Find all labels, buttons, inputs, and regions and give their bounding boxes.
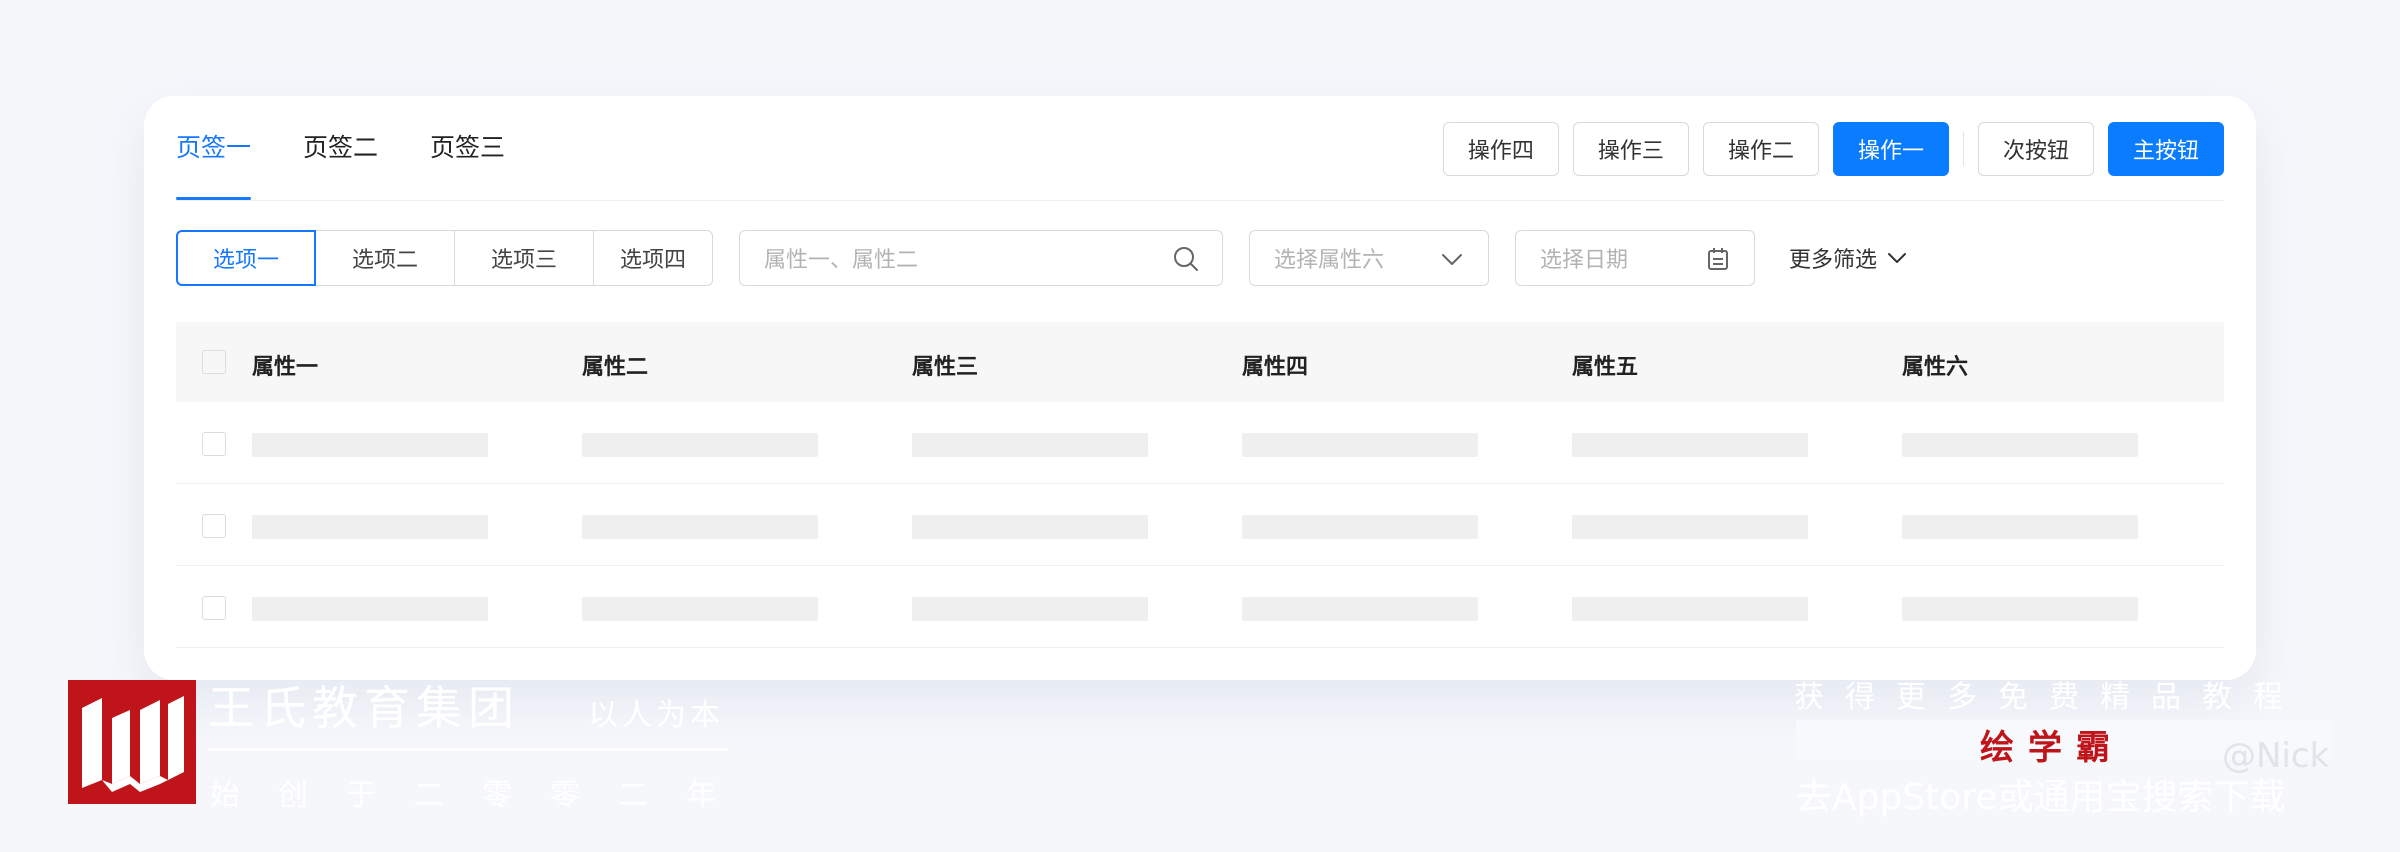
table-row[interactable] <box>176 402 2224 484</box>
cell-placeholder <box>912 597 1148 621</box>
column-header[interactable]: 属性四 <box>1242 349 1308 381</box>
cell-placeholder <box>252 597 488 621</box>
primary-button[interactable]: 主按钮 <box>2107 122 2224 176</box>
search-icon[interactable] <box>1172 245 1200 273</box>
row-checkbox[interactable] <box>202 514 226 538</box>
filter-bar: 选项一 选项二 选项三 选项四 属性一、属性二 选择属性六 选择日期 更多筛选 <box>176 230 1909 286</box>
column-header[interactable]: 属性二 <box>582 349 648 381</box>
calendar-icon <box>1708 248 1728 270</box>
column-header[interactable]: 属性三 <box>912 349 978 381</box>
row-checkbox[interactable] <box>202 596 226 620</box>
segmented-control: 选项一 选项二 选项三 选项四 <box>176 230 713 286</box>
tab-bar: 页签一 页签二 页签三 <box>176 96 557 200</box>
date-placeholder: 选择日期 <box>1540 248 1629 273</box>
more-filters-label: 更多筛选 <box>1789 248 1878 273</box>
cell-placeholder <box>252 515 488 539</box>
segment-option-4[interactable]: 选项四 <box>593 230 713 286</box>
date-picker[interactable]: 选择日期 <box>1515 230 1755 286</box>
tab-2[interactable]: 页签二 <box>303 96 378 200</box>
action-1-button[interactable]: 操作一 <box>1832 122 1949 176</box>
cell-placeholder <box>1242 433 1478 457</box>
select-placeholder: 选择属性六 <box>1274 248 1385 273</box>
toolbar-divider <box>1962 132 1964 166</box>
row-checkbox[interactable] <box>202 432 226 456</box>
brand-divider <box>208 748 728 751</box>
cell-placeholder <box>582 597 818 621</box>
action-3-button[interactable]: 操作三 <box>1572 122 1689 176</box>
column-header[interactable]: 属性一 <box>252 349 318 381</box>
cell-placeholder <box>582 433 818 457</box>
data-table: 属性一 属性二 属性三 属性四 属性五 属性六 <box>176 322 2224 648</box>
action-2-button[interactable]: 操作二 <box>1702 122 1819 176</box>
app-name: 绘学霸 <box>1980 728 2124 768</box>
action-4-button[interactable]: 操作四 <box>1442 122 1559 176</box>
table-row[interactable] <box>176 566 2224 648</box>
select-all-checkbox[interactable] <box>202 350 226 374</box>
column-header[interactable]: 属性六 <box>1902 349 1968 381</box>
promo-text: 获得更多免费精品教程 <box>1794 680 2304 715</box>
search-placeholder: 属性一、属性二 <box>764 248 919 273</box>
segment-option-2[interactable]: 选项二 <box>315 230 455 286</box>
table-row[interactable] <box>176 484 2224 566</box>
cell-placeholder <box>1902 597 2138 621</box>
brand-logo <box>68 680 196 804</box>
brand-title: 王氏教育集团 <box>208 681 520 735</box>
page-background: 页签一 页签二 页签三 操作四 操作三 操作二 操作一 次按钮 主按钮 选项一 … <box>0 0 2400 852</box>
w-logo-icon <box>82 696 184 792</box>
action-toolbar: 操作四 操作三 操作二 操作一 次按钮 主按钮 <box>1429 122 2224 176</box>
table-card: 页签一 页签二 页签三 操作四 操作三 操作二 操作一 次按钮 主按钮 选项一 … <box>144 96 2256 680</box>
store-text: 去AppStore或通用宝搜索下载 <box>1796 777 2286 818</box>
cell-placeholder <box>252 433 488 457</box>
chevron-down-icon <box>1888 253 1907 263</box>
cell-placeholder <box>912 433 1148 457</box>
search-input[interactable]: 属性一、属性二 <box>739 230 1223 286</box>
author-tag: @Nick <box>2222 736 2330 776</box>
cell-placeholder <box>1572 433 1808 457</box>
cell-placeholder <box>1572 515 1808 539</box>
brand-subtitle: 以人为本 <box>588 698 724 733</box>
column-header[interactable]: 属性五 <box>1572 349 1638 381</box>
cell-placeholder <box>1902 515 2138 539</box>
cell-placeholder <box>1572 597 1808 621</box>
tab-3[interactable]: 页签三 <box>430 96 505 200</box>
cell-placeholder <box>912 515 1148 539</box>
chevron-down-icon <box>1442 254 1462 265</box>
more-filters-toggle[interactable]: 更多筛选 <box>1789 242 1909 274</box>
secondary-button[interactable]: 次按钮 <box>1977 122 2094 176</box>
cell-placeholder <box>1242 515 1478 539</box>
brand-motto: 始创于二零零二年 <box>210 778 754 813</box>
cell-placeholder <box>1902 433 2138 457</box>
tab-1[interactable]: 页签一 <box>176 96 252 200</box>
cell-placeholder <box>1242 597 1478 621</box>
cell-placeholder <box>582 515 818 539</box>
segment-option-3[interactable]: 选项三 <box>454 230 594 286</box>
attribute-select[interactable]: 选择属性六 <box>1249 230 1489 286</box>
header-divider <box>176 200 2224 201</box>
table-header: 属性一 属性二 属性三 属性四 属性五 属性六 <box>176 322 2224 402</box>
segment-option-1[interactable]: 选项一 <box>176 230 316 286</box>
